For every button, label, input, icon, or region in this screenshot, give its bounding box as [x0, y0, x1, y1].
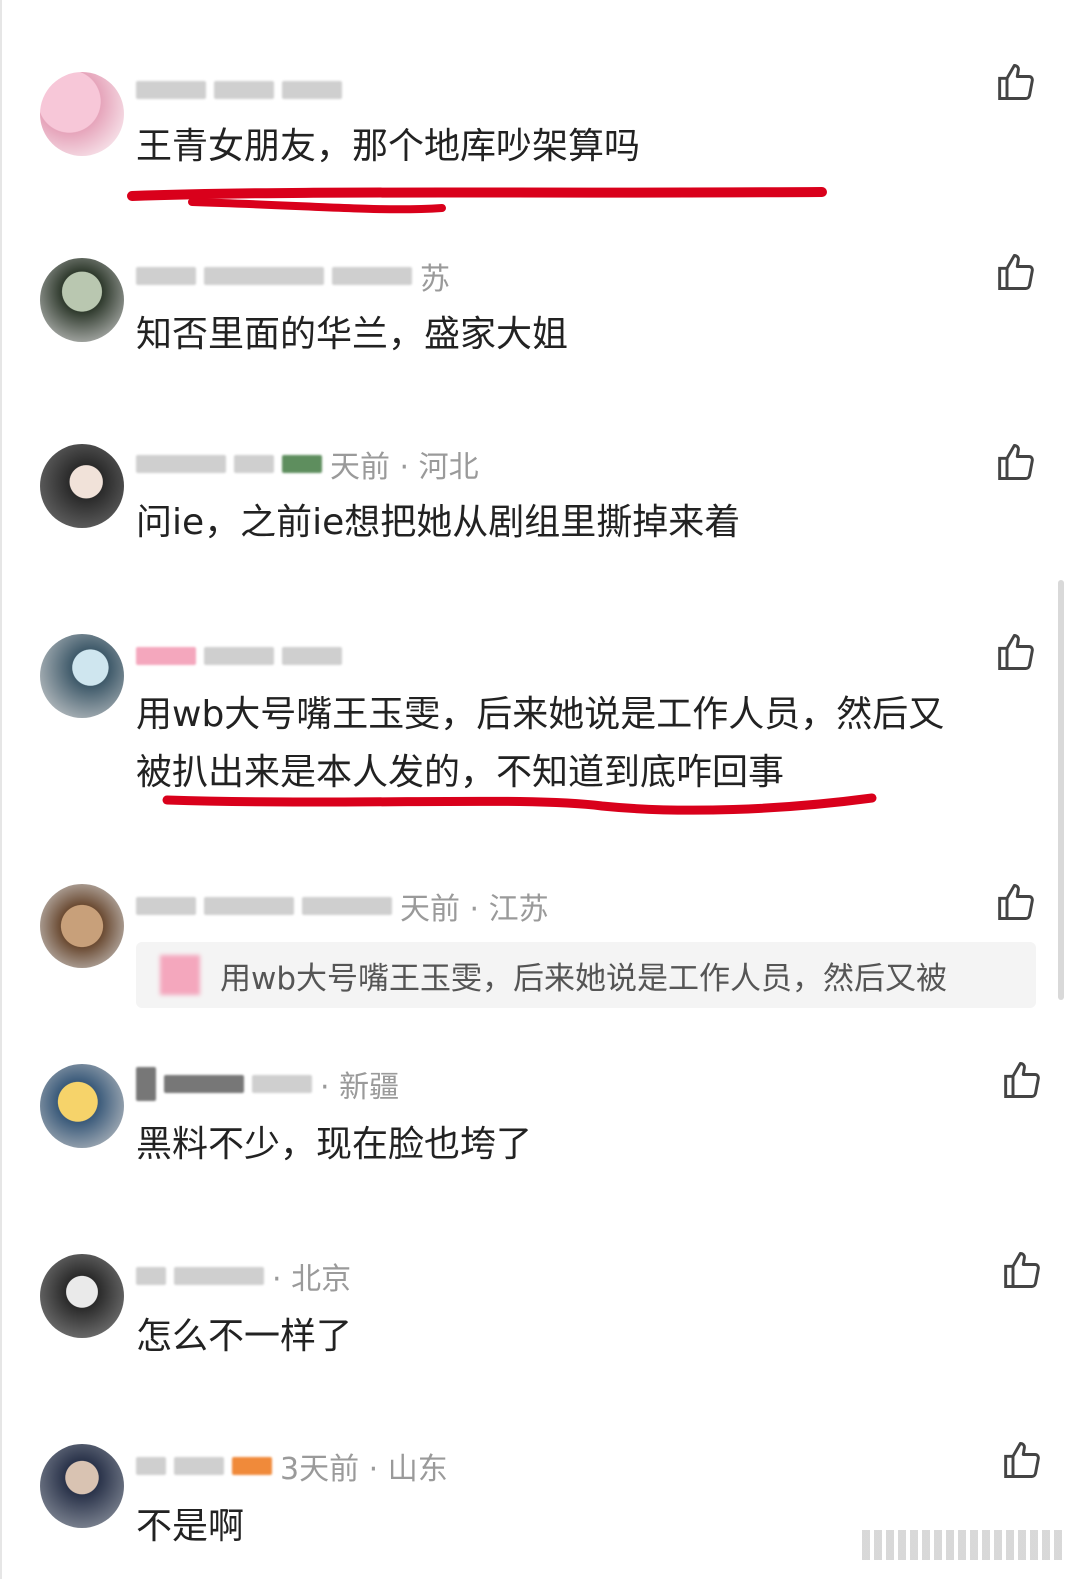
quoted-avatar [160, 955, 200, 995]
comment-text: 王青女朋友，那个地库吵架算吗 [136, 126, 641, 167]
comment-meta: 苏 [136, 258, 450, 297]
thumbs-up-icon[interactable] [996, 250, 1040, 294]
username-placeholder [136, 81, 206, 99]
username-placeholder [136, 1267, 166, 1285]
comment-3: 天前 · 河北 问ie，之前ie想把她从剧组里撕掉来着 [2, 438, 1080, 588]
comment-meta: · 北京 [136, 1258, 351, 1297]
badge-placeholder [232, 1457, 272, 1475]
thumbs-up-icon[interactable] [1002, 1438, 1046, 1482]
username-placeholder [204, 647, 274, 665]
username-placeholder [332, 267, 412, 285]
comment-meta-text: 3天前 · 山东 [280, 1452, 448, 1487]
comment-text: 怎么不一样了 [136, 1316, 353, 1357]
username-placeholder [136, 267, 196, 285]
comment-meta-text: 天前 · 江苏 [400, 892, 549, 927]
comment-6: · 新疆 黑料不少，现在脸也垮了 [2, 1058, 1080, 1208]
red-underline [162, 793, 877, 815]
user-avatar[interactable] [40, 1444, 124, 1528]
user-avatar[interactable] [40, 1254, 124, 1338]
comment-meta [136, 638, 350, 674]
comment-7: · 北京 怎么不一样了 [2, 1248, 1080, 1398]
comment-5: 天前 · 江苏 用wb大号嘴王玉雯，后来她说是工作人员，然后又被 [2, 880, 1080, 1030]
username-placeholder [136, 1067, 156, 1101]
comment-1: 王青女朋友，那个地库吵架算吗 [2, 60, 1080, 240]
comment-meta-text: 天前 · 河北 [330, 450, 479, 485]
username-placeholder [204, 897, 294, 915]
user-avatar[interactable] [40, 72, 124, 156]
username-placeholder [174, 1267, 264, 1285]
username-placeholder [204, 267, 324, 285]
username-placeholder [282, 81, 342, 99]
comment-list: 王青女朋友，那个地库吵架算吗 苏 知否里面的华兰，盛家大姐 天前 · 河北 问i… [0, 0, 1080, 1579]
comment-meta: 天前 · 江苏 [136, 888, 549, 927]
username-placeholder [136, 647, 196, 665]
quoted-text: 用wb大号嘴王玉雯，后来她说是工作人员，然后又被 [220, 960, 948, 997]
username-placeholder [302, 897, 392, 915]
comment-meta-text: 苏 [420, 262, 450, 297]
user-avatar[interactable] [40, 1064, 124, 1148]
comment-meta [136, 72, 350, 108]
username-placeholder [136, 455, 226, 473]
red-underline [127, 187, 827, 214]
thumbs-up-icon[interactable] [996, 880, 1040, 924]
username-placeholder [136, 897, 196, 915]
username-placeholder [136, 1457, 166, 1475]
comment-text: 不是啊 [136, 1506, 245, 1547]
user-avatar[interactable] [40, 444, 124, 528]
scrollbar[interactable] [1058, 580, 1064, 1000]
comment-4: 用wb大号嘴王玉雯，后来她说是工作人员，然后又 被扒出来是本人发的，不知道到底咋… [2, 628, 1080, 838]
thumbs-up-icon[interactable] [1002, 1058, 1046, 1102]
badge-placeholder [282, 455, 322, 473]
thumbs-up-icon[interactable] [1002, 1248, 1046, 1292]
thumbs-up-icon[interactable] [996, 630, 1040, 674]
quoted-comment[interactable]: 用wb大号嘴王玉雯，后来她说是工作人员，然后又被 [136, 942, 1036, 1008]
comment-text-line-1: 用wb大号嘴王玉雯，后来她说是工作人员，然后又 [136, 694, 945, 735]
user-avatar[interactable] [40, 634, 124, 718]
comment-2: 苏 知否里面的华兰，盛家大姐 [2, 250, 1080, 400]
user-avatar[interactable] [40, 884, 124, 968]
thumbs-up-icon[interactable] [996, 60, 1040, 104]
comment-meta: · 新疆 [136, 1066, 399, 1105]
comment-meta: 3天前 · 山东 [136, 1448, 448, 1487]
comment-text: 问ie，之前ie想把她从剧组里撕掉来着 [136, 502, 741, 543]
username-placeholder [252, 1075, 312, 1093]
comment-meta-text: · 新疆 [320, 1070, 400, 1105]
thumbs-up-icon[interactable] [996, 440, 1040, 484]
comment-text: 知否里面的华兰，盛家大姐 [136, 314, 569, 355]
username-placeholder [282, 647, 342, 665]
username-placeholder [234, 455, 274, 473]
watermark-strip [862, 1530, 1062, 1560]
username-placeholder [164, 1075, 244, 1093]
user-avatar[interactable] [40, 258, 124, 342]
comment-meta: 天前 · 河北 [136, 446, 479, 485]
username-placeholder [214, 81, 274, 99]
username-placeholder [174, 1457, 224, 1475]
comment-meta-text: · 北京 [272, 1262, 352, 1297]
comment-text: 黑料不少，现在脸也垮了 [136, 1124, 533, 1165]
